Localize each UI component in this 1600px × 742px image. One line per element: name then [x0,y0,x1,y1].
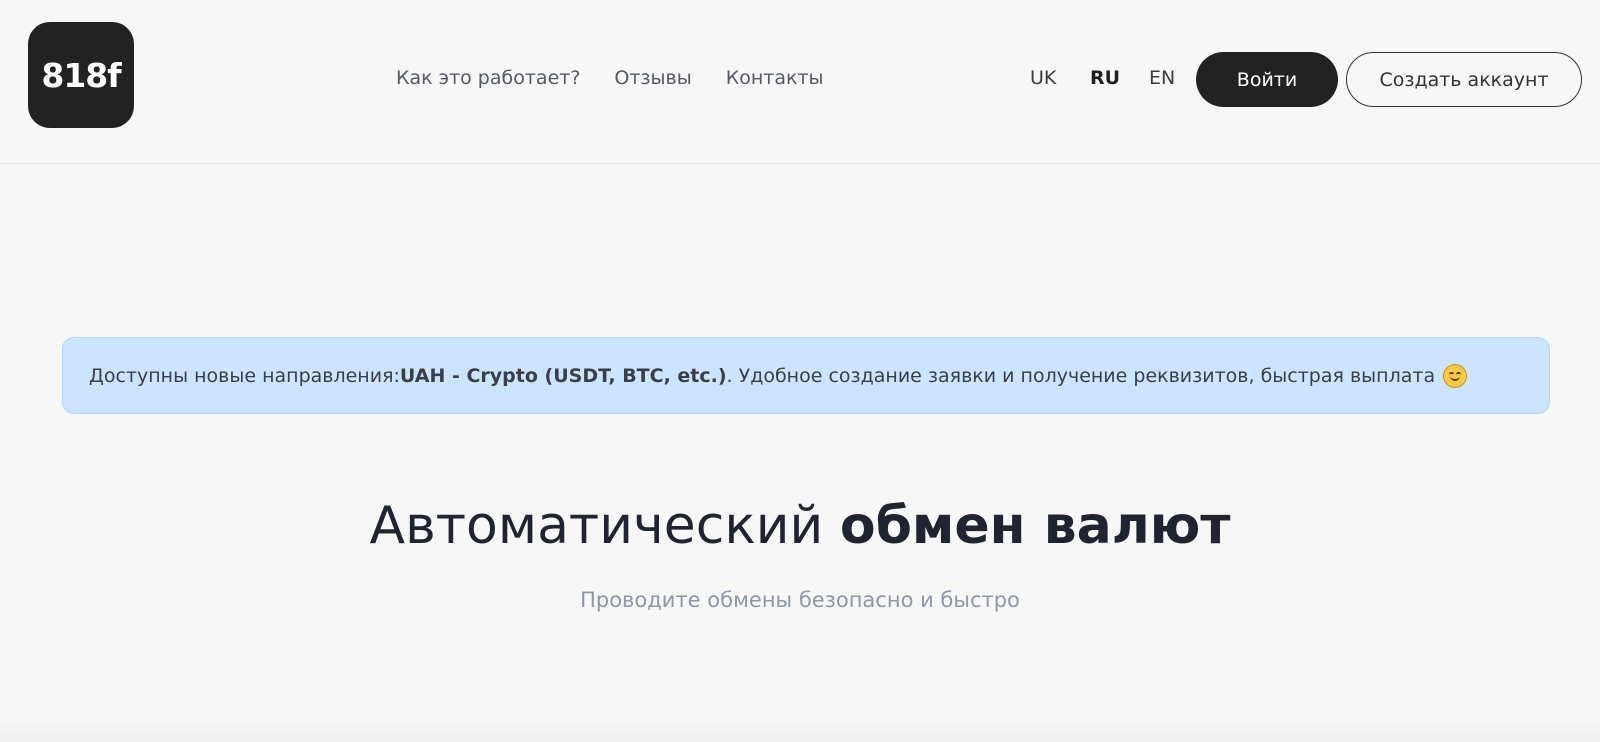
login-button[interactable]: Войти [1196,52,1338,107]
announcement-banner: Доступны новые направления: UAH - Crypto… [62,337,1550,414]
nav-link-contacts[interactable]: Контакты [726,67,824,89]
lang-uk[interactable]: UK [1030,64,1056,92]
logo[interactable]: 818f [28,22,134,128]
lang-ru[interactable]: RU [1090,64,1120,92]
nav-link-how-it-works[interactable]: Как это работает? [396,67,580,89]
section-divider [0,718,1600,742]
title-bold-part: обмен валют [839,496,1231,556]
logo-text: 818f [41,55,121,95]
lang-en[interactable]: EN [1149,64,1175,92]
create-account-button[interactable]: Создать аккаунт [1346,52,1582,107]
announcement-highlight: UAH - Crypto (USDT, BTC, etc.) [399,364,727,387]
smiling-face-icon [1443,363,1468,388]
page-subtitle: Проводите обмены безопасно и быстро [580,588,1020,612]
nav-link-reviews[interactable]: Отзывы [614,67,691,89]
page-title: Автоматический обмен валют [0,496,1600,556]
announcement-prefix: Доступны новые направления: [89,364,400,387]
site-header: 818f Как это работает? Отзывы Контакты U… [0,0,1600,164]
title-light-part: Автоматический [369,496,840,556]
main-nav: Как это работает? Отзывы Контакты [396,64,824,92]
announcement-suffix: . Удобное создание заявки и получение ре… [726,364,1436,387]
